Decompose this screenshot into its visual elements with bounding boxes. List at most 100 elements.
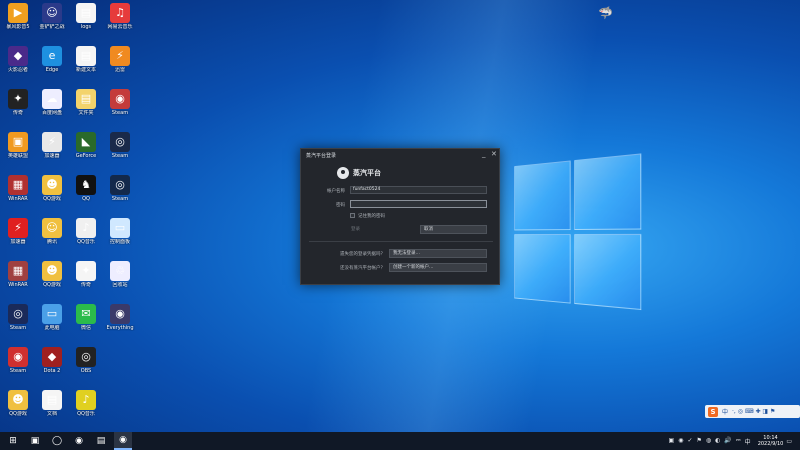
brand: 蒸汽平台 (337, 167, 381, 179)
app-icon: ▤ (76, 3, 96, 23)
desktop-icon-label: 火影忍者 (7, 67, 28, 73)
desktop-icon[interactable]: ⚡ 加速器 (36, 132, 68, 172)
ime-tools[interactable]: ·, ◎ ⌨ ✚ ◨ ⚑ (732, 408, 775, 415)
desktop-icon[interactable]: ▦ WinRAR (2, 261, 34, 301)
app-icon: ◉ (8, 347, 28, 367)
tray-icon[interactable]: ⚑ (697, 437, 702, 446)
desktop-icon[interactable]: ✦ 传奇 (70, 261, 102, 301)
create-account-button[interactable]: 创建一个新的帐户… (389, 263, 487, 272)
desktop-icon[interactable]: e Edge (36, 46, 68, 86)
forgot-question: 遗失您的登录凭据吗？ (340, 252, 385, 257)
desktop-icon[interactable]: ◉ Steam (104, 89, 136, 129)
file-explorer-icon[interactable]: ▤ (92, 432, 110, 450)
search-icon[interactable]: ◯ (48, 432, 66, 450)
notification-icon[interactable]: ▭ (786, 438, 792, 445)
desktop-icon[interactable]: ◎ Steam (2, 304, 34, 344)
app-icon: ▶ (8, 3, 28, 23)
desktop-icon[interactable]: ◎ OBS (70, 347, 102, 387)
desktop-icon[interactable]: ◉ Everything (104, 304, 136, 344)
tray-icon[interactable]: ◐ (715, 437, 720, 446)
desktop-icon[interactable]: ☺ 金铲铲之战 (36, 3, 68, 43)
chrome-icon[interactable]: ◉ (70, 432, 88, 450)
password-input[interactable] (350, 200, 487, 208)
desktop-icon[interactable]: ◣ GeForce (70, 132, 102, 172)
desktop-icon[interactable]: ▤ 文件夹 (70, 89, 102, 129)
desktop-icon[interactable]: ▣ 英雄联盟 (2, 132, 34, 172)
brand-name: 蒸汽平台 (353, 169, 381, 177)
app-icon: ◣ (76, 132, 96, 152)
forgot-button[interactable]: 我无法登录… (389, 249, 487, 258)
close-button[interactable]: ✕ (491, 150, 497, 158)
app-icon: ▦ (8, 175, 28, 195)
create-question: 还没有蒸汽平台帐户？ (340, 266, 385, 271)
app-icon: ◎ (8, 304, 28, 324)
start-icon[interactable]: ⊞ (4, 432, 22, 450)
steam-app-icon[interactable]: ◉ (114, 432, 132, 450)
desktop-icon[interactable]: ✉ 微信 (70, 304, 102, 344)
desktop-icon-label: 加速器 (44, 153, 60, 159)
app-icon: ⚡ (42, 132, 62, 152)
desktop-icon-label: 文档 (46, 411, 57, 417)
desktop-icon[interactable]: ▶ 暴风影音5 (2, 3, 34, 43)
desktop-icon[interactable]: ◆ Dota 2 (36, 347, 68, 387)
desktop-icon-label: logs (80, 24, 92, 30)
desktop-icon-label: Dota 2 (43, 368, 61, 374)
desktop-icon[interactable]: ☻ QQ游戏 (36, 175, 68, 215)
account-input[interactable]: funfact0524 (350, 186, 487, 194)
app-icon: ▤ (42, 390, 62, 410)
desktop-icon-label: 控制面板 (109, 239, 130, 245)
desktop-icon[interactable]: ♲ 回收站 (104, 261, 136, 301)
desktop-icon[interactable]: ⚡ 加速器 (2, 218, 34, 258)
ime-toolbar[interactable]: S 中 ·, ◎ ⌨ ✚ ◨ ⚑ (705, 405, 800, 418)
tray-icons: ▣ ◉ ✓ ⚑ ◍ ◐ 🔊 ⎓ 中 (669, 437, 751, 446)
desktop-icon[interactable]: ▭ 此电脑 (36, 304, 68, 344)
tray-icon[interactable]: 中 (745, 437, 751, 446)
desktop-icon[interactable]: ♞ QQ (70, 175, 102, 215)
tray-icon[interactable]: 🔊 (724, 437, 731, 446)
desktop-icon[interactable]: ◆ 火影忍者 (2, 46, 34, 86)
cancel-button[interactable]: 取消 (420, 225, 487, 234)
desktop-icon-label: GeForce (75, 153, 97, 159)
app-icon: ✉ (76, 304, 96, 324)
desktop-icon[interactable]: ⚡ 迅雷 (104, 46, 136, 86)
desktop-icon[interactable]: ▦ WinRAR (2, 175, 34, 215)
task-view-icon[interactable]: ▣ (26, 432, 44, 450)
desktop-icon[interactable]: ▤ 文档 (36, 390, 68, 430)
app-icon: ♞ (76, 175, 96, 195)
clock[interactable]: 10:14 2022/9/10 (758, 435, 784, 447)
tray-icon[interactable]: ◍ (706, 437, 711, 446)
desktop-icon[interactable]: ♪ QQ音乐 (70, 390, 102, 430)
app-icon: ☺ (42, 3, 62, 23)
minimize-button[interactable]: _ (482, 150, 486, 158)
desktop-icon-label: 迅雷 (114, 67, 125, 73)
desktop-icon[interactable]: ♫ 网易云音乐 (104, 3, 136, 43)
app-icon: ✦ (76, 261, 96, 281)
desktop-icon[interactable]: ☁ 百度网盘 (36, 89, 68, 129)
ime-mode[interactable]: 中 (722, 407, 728, 416)
desktop-icon[interactable]: ✦ 传奇 (2, 89, 34, 129)
desktop-icon[interactable]: ☺ 腾讯 (36, 218, 68, 258)
desktop-icon[interactable]: ◎ Steam (104, 132, 136, 172)
desktop-icon[interactable]: ◎ Steam (104, 175, 136, 215)
desktop-icon[interactable]: ▭ 控制面板 (104, 218, 136, 258)
sogou-logo-icon[interactable]: S (708, 406, 718, 417)
tray-icon[interactable]: ⎓ (736, 437, 741, 446)
desktop-icon[interactable]: ☻ QQ游戏 (36, 261, 68, 301)
login-button[interactable]: 登录 (348, 226, 408, 235)
desktop-icon-label: 回收站 (112, 282, 128, 288)
tray-icon[interactable]: ◉ (678, 437, 683, 446)
desktop-icon[interactable]: ▤ 新建文本 (70, 46, 102, 86)
desktop-icon-label: Everything (106, 325, 134, 331)
tray-icon[interactable]: ▣ (669, 437, 675, 446)
desktop-icon[interactable]: ▤ logs (70, 3, 102, 43)
desktop-icon-label: 加速器 (10, 239, 26, 245)
account-label: 帐户名称 (327, 189, 345, 194)
remember-checkbox[interactable] (350, 213, 355, 218)
desktop-icon[interactable]: ♪ QQ音乐 (70, 218, 102, 258)
tray-icon[interactable]: ✓ (687, 437, 692, 446)
app-icon: ☁ (42, 89, 62, 109)
desktop-icon[interactable]: ☻ QQ游戏 (2, 390, 34, 430)
taskbar: ⊞ ▣ ◯ ◉ ▤ ◉ ▣ ◉ ✓ ⚑ ◍ ◐ 🔊 ⎓ 中 10:14 2022/9/10 ▭ (0, 432, 800, 450)
desktop-icon[interactable]: ◉ Steam (2, 347, 34, 387)
app-icon: ☻ (8, 390, 28, 410)
